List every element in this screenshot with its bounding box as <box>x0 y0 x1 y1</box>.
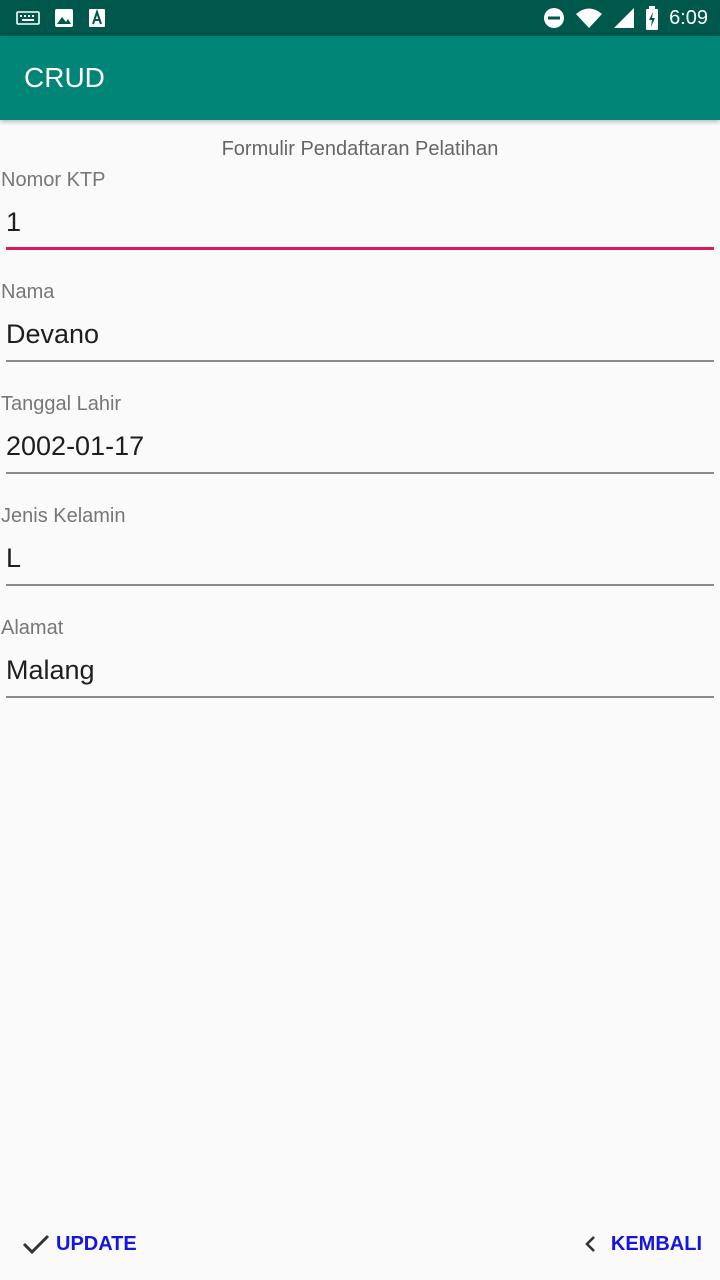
jenis-kelamin-input[interactable]: L <box>6 543 21 574</box>
field-label: Nama <box>1 281 55 303</box>
input-underline <box>6 472 714 474</box>
field-label: Jenis Kelamin <box>1 505 126 527</box>
form-title: Formulir Pendaftaran Pelatihan <box>221 138 499 160</box>
input-underline <box>6 696 714 698</box>
chevron-left-icon <box>585 1236 595 1252</box>
tanggal-lahir-input[interactable]: 2002-01-17 <box>6 431 144 462</box>
image-icon <box>55 9 73 27</box>
update-button[interactable]: UPDATE <box>22 1224 137 1264</box>
input-underline <box>6 584 714 586</box>
wifi-icon <box>576 8 603 28</box>
app-title: CRUD <box>24 62 105 93</box>
field-nama: Nama Devano <box>0 281 720 393</box>
app-bar: CRUD <box>0 36 720 120</box>
keyboard-icon <box>16 11 40 25</box>
battery-icon <box>646 6 659 30</box>
field-label: Tanggal Lahir <box>1 393 122 415</box>
input-underline <box>6 360 714 362</box>
back-button-label: KEMBALI <box>610 1232 702 1255</box>
alamat-input[interactable]: Malang <box>6 655 95 686</box>
back-button[interactable]: KEMBALI <box>583 1224 702 1264</box>
nomor-ktp-input[interactable]: 1 <box>6 207 21 238</box>
status-bar: 6:09 <box>0 0 720 36</box>
field-label: Nomor KTP <box>1 169 106 191</box>
field-tanggal-lahir: Tanggal Lahir 2002-01-17 <box>0 393 720 505</box>
signal-icon <box>614 8 635 28</box>
field-label: Alamat <box>1 617 64 639</box>
nama-input[interactable]: Devano <box>6 319 99 350</box>
update-button-label: UPDATE <box>56 1232 137 1255</box>
field-jenis-kelamin: Jenis Kelamin L <box>0 505 720 617</box>
status-time: 6:09 <box>669 6 708 29</box>
field-nomor-ktp: Nomor KTP 1 <box>0 169 720 281</box>
status-bar-left-icons <box>16 8 106 28</box>
check-icon <box>22 1234 50 1255</box>
font-icon <box>89 8 105 27</box>
status-bar-right-icons: 6:09 <box>543 6 708 30</box>
do-not-disturb-icon <box>544 8 565 28</box>
field-alamat: Alamat Malang <box>0 617 720 729</box>
input-underline <box>6 247 714 250</box>
